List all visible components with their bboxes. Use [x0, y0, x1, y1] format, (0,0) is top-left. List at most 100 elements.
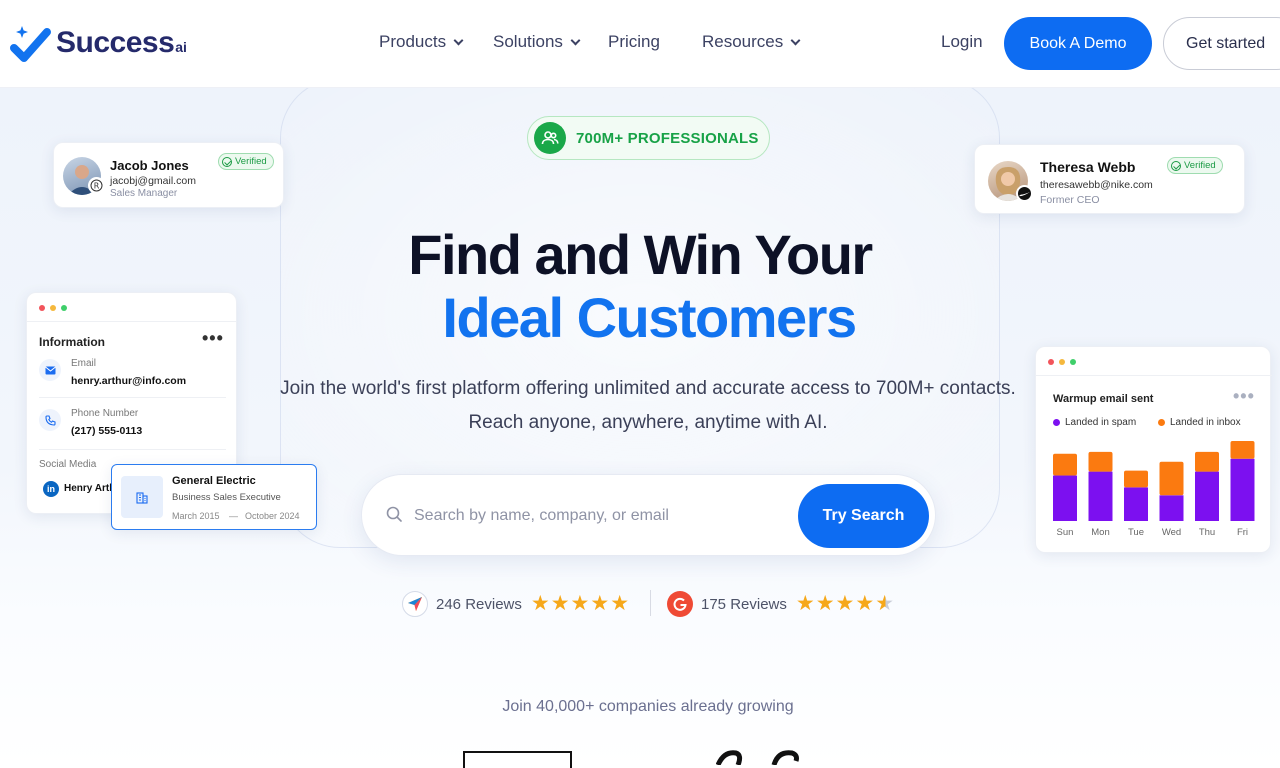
check-circle-icon: [1171, 160, 1181, 171]
x-tick-label: Tue: [1128, 527, 1144, 538]
search-icon: [386, 506, 402, 522]
bar-mon-inbox: [1088, 451, 1113, 472]
profile-card-theresa: Theresa Webb theresawebb@nike.com Former…: [974, 144, 1245, 214]
phone-icon: [39, 409, 61, 431]
get-started-button[interactable]: Get started: [1163, 17, 1280, 70]
company-logo: [463, 751, 572, 768]
star-icon: ★: [550, 592, 570, 615]
window-controls: [39, 305, 67, 311]
nav-item-label: Products: [379, 32, 447, 51]
g2-icon: [667, 591, 693, 617]
bar-mon-spam: [1088, 471, 1113, 521]
legend-swatch: [1158, 419, 1165, 426]
window-dot-red: [39, 305, 45, 311]
building-icon: [121, 476, 163, 518]
top-navigation: Success ai Products Solutions Pricing Re…: [0, 0, 1280, 88]
profile-email: jacobj@gmail.com: [110, 175, 196, 187]
bar-thu-inbox: [1195, 451, 1219, 472]
more-options-icon[interactable]: •••: [1233, 387, 1255, 405]
checkmark-logo-icon: [10, 22, 52, 64]
chevron-down-icon: [790, 35, 801, 46]
profile-role: Sales Manager: [110, 188, 178, 199]
badge-text: 700M+ PROFESSIONALS: [576, 129, 759, 147]
bar-fri-spam: [1230, 458, 1255, 521]
window-dot-yellow: [50, 305, 56, 311]
x-tick-label: Mon: [1091, 527, 1109, 538]
legend-swatch: [1053, 419, 1060, 426]
nav-item-label: Pricing: [608, 32, 660, 51]
book-demo-button[interactable]: Book A Demo: [1004, 17, 1152, 70]
verified-badge: Verified: [218, 153, 274, 170]
bar-sun-inbox: [1053, 453, 1077, 476]
window-dot-green: [1070, 359, 1076, 365]
search-bar: Try Search: [361, 474, 936, 556]
phone-value: (217) 555-0113: [71, 425, 143, 437]
company-badge-icon: R: [88, 177, 105, 194]
bar-fri-inbox: [1230, 440, 1255, 459]
profile-name: Theresa Webb: [1040, 159, 1136, 175]
bar-tue-spam: [1124, 487, 1148, 521]
g2-reviews[interactable]: 175 Reviews ★ ★ ★ ★ ★: [667, 591, 895, 617]
legend-spam: Landed in spam: [1053, 417, 1136, 428]
star-icon: ★: [835, 592, 855, 615]
nav-item-solutions[interactable]: Solutions: [493, 32, 581, 52]
star-rating: ★ ★ ★ ★ ★: [531, 593, 630, 615]
x-tick-label: Thu: [1199, 527, 1215, 538]
card-divider: [39, 449, 226, 450]
review-count: 175 Reviews: [701, 595, 787, 613]
join-companies-text: Join 40,000+ companies already growing: [502, 698, 794, 715]
hero-title-line1: Find and Win Your: [408, 223, 873, 286]
experience-card: General Electric Business Sales Executiv…: [111, 464, 317, 530]
email-value: henry.arthur@info.com: [71, 375, 187, 387]
logo-suffix: ai: [175, 39, 187, 55]
verified-badge: Verified: [1167, 157, 1223, 174]
x-tick-label: Sun: [1057, 527, 1074, 538]
bar-sun-spam: [1053, 475, 1077, 521]
chart-title: Warmup email sent: [1053, 393, 1154, 405]
chevron-down-icon: [453, 35, 464, 46]
capterra-icon: [402, 591, 428, 617]
x-tick-label: Fri: [1237, 527, 1248, 538]
phone-label: Phone Number: [71, 408, 139, 419]
window-controls: [1048, 359, 1076, 365]
star-icon: ★: [795, 592, 815, 615]
mail-icon: [39, 359, 61, 381]
company-name: General Electric: [172, 475, 256, 487]
email-label: Email: [71, 358, 97, 369]
legend-inbox: Landed in inbox: [1158, 417, 1241, 428]
review-count: 246 Reviews: [436, 595, 522, 613]
logo[interactable]: Success ai: [10, 22, 187, 64]
company-logos-row: [0, 750, 1280, 768]
search-input[interactable]: [414, 502, 784, 530]
social-label: Social Media: [39, 459, 97, 470]
more-options-icon[interactable]: •••: [202, 329, 224, 347]
card-divider: [1036, 375, 1272, 376]
bar-chart: Sun Mon Tue Wed Thu Fri: [1053, 440, 1255, 538]
nav-item-pricing[interactable]: Pricing: [608, 32, 660, 52]
logo-text: Success: [56, 26, 175, 59]
nav-item-label: Solutions: [493, 32, 563, 51]
legend-label: Landed in spam: [1065, 417, 1137, 428]
hero-section: 700M+ PROFESSIONALS Find and Win Your Id…: [0, 88, 1280, 768]
half-star-icon: ★: [875, 592, 895, 615]
try-search-button[interactable]: Try Search: [798, 484, 929, 548]
star-icon: ★: [570, 592, 590, 615]
job-end-date: October 2024: [245, 511, 300, 521]
verified-label: Verified: [235, 156, 267, 167]
star-rating: ★ ★ ★ ★ ★: [796, 593, 895, 615]
x-tick-label: Wed: [1162, 527, 1181, 538]
linkedin-icon: in: [43, 481, 59, 497]
bar-wed-inbox: [1159, 461, 1184, 496]
capterra-reviews[interactable]: 246 Reviews ★ ★ ★ ★ ★: [402, 591, 630, 617]
nav-item-label: Resources: [702, 32, 784, 51]
nav-item-resources[interactable]: Resources: [702, 32, 801, 52]
job-title: Business Sales Executive: [172, 492, 281, 503]
card-divider: [39, 397, 226, 398]
star-icon: ★: [530, 592, 550, 615]
nav-item-products[interactable]: Products: [379, 32, 464, 52]
profile-role: Former CEO: [1040, 194, 1100, 206]
profile-card-jacob: R Jacob Jones jacobj@gmail.com Sales Man…: [53, 142, 284, 208]
star-icon: ★: [590, 592, 610, 615]
verified-label: Verified: [1184, 160, 1216, 171]
login-link[interactable]: Login: [941, 32, 983, 52]
